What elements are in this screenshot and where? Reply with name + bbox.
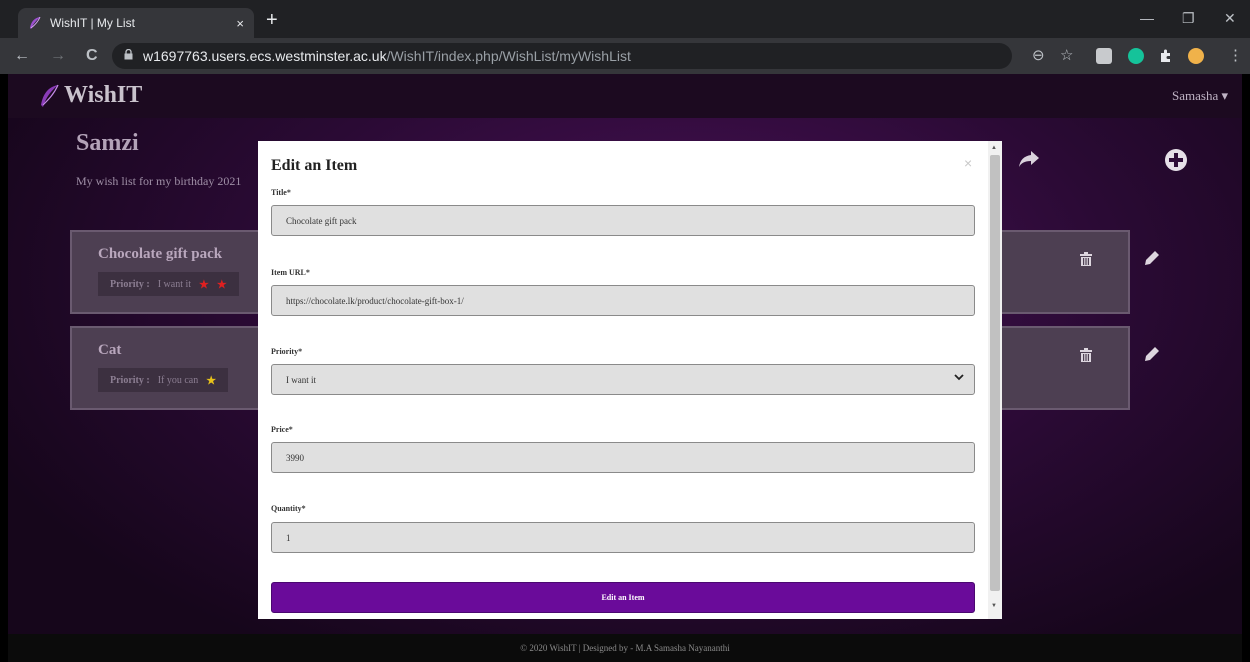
- star-icon: ★: [216, 278, 227, 291]
- minimize-icon[interactable]: —: [1140, 10, 1154, 26]
- zoom-icon[interactable]: ⊖: [1032, 46, 1045, 64]
- close-window-icon[interactable]: ✕: [1224, 10, 1236, 27]
- bookmark-star-icon[interactable]: ☆: [1060, 46, 1073, 64]
- trash-icon[interactable]: [1080, 252, 1092, 266]
- modal-close-icon[interactable]: ×: [964, 155, 972, 171]
- star-icon: ★: [206, 374, 217, 387]
- quantity-field-label: Quantity*: [271, 504, 306, 513]
- reader-extension-icon[interactable]: [1096, 48, 1112, 64]
- wishlist-description: My wish list for my birthday 2021: [76, 174, 242, 188]
- brand[interactable]: WishIT: [38, 82, 142, 109]
- url-field[interactable]: https://chocolate.lk/product/chocolate-g…: [271, 285, 975, 316]
- feather-logo-icon: [41, 84, 59, 107]
- scroll-up-icon[interactable]: ▲: [991, 145, 997, 151]
- priority-value: I want it: [157, 278, 192, 290]
- site-footer: © 2020 WishIT | Designed by - M.A Samash…: [8, 634, 1242, 662]
- price-field[interactable]: 3990: [271, 442, 975, 473]
- profile-avatar-icon[interactable]: [1188, 48, 1204, 64]
- trash-icon[interactable]: [1080, 348, 1092, 362]
- priority-select[interactable]: I want it: [271, 364, 975, 395]
- browser-tab-bar: WishIT | My List × + — ❐ ✕: [0, 0, 1250, 38]
- modal-body: Edit an Item × Title* Chocolate gift pac…: [258, 141, 988, 619]
- tab-close-icon[interactable]: ×: [236, 16, 244, 31]
- feather-icon: [30, 16, 41, 29]
- modal-title: Edit an Item: [271, 157, 358, 174]
- maximize-icon[interactable]: ❐: [1182, 10, 1195, 27]
- puzzle-extensions-icon[interactable]: [1158, 48, 1174, 64]
- site-navbar: WishIT Samasha ▾: [8, 74, 1242, 118]
- browser-tab[interactable]: WishIT | My List ×: [18, 8, 254, 38]
- forward-icon[interactable]: →: [50, 47, 66, 65]
- edit-item-submit-button[interactable]: Edit an Item: [271, 582, 975, 613]
- brand-name: WishIT: [64, 82, 143, 108]
- edit-item-modal: Edit an Item × Title* Chocolate gift pac…: [258, 141, 1002, 619]
- chevron-down-icon: [954, 374, 964, 381]
- browser-menu-icon[interactable]: ⋮: [1228, 46, 1243, 64]
- scroll-down-icon[interactable]: ▼: [991, 603, 997, 609]
- priority-label: Priority :: [110, 278, 150, 290]
- url-field-label: Item URL*: [271, 268, 310, 277]
- pencil-edit-icon[interactable]: [1144, 346, 1160, 362]
- share-icon[interactable]: [1018, 150, 1040, 168]
- new-tab-button[interactable]: +: [266, 9, 278, 32]
- priority-label: Priority :: [110, 374, 150, 386]
- browser-toolbar: ← → C w1697763.users.ecs.westminster.ac.…: [0, 38, 1250, 74]
- url-host: w1697763.users.ecs.westminster.ac.uk: [143, 48, 387, 64]
- scroll-thumb[interactable]: [990, 155, 1000, 591]
- address-bar[interactable]: w1697763.users.ecs.westminster.ac.uk/Wis…: [112, 43, 1012, 69]
- item-title: Cat: [98, 342, 122, 358]
- reload-icon[interactable]: C: [86, 47, 98, 65]
- add-item-icon[interactable]: [1164, 148, 1188, 172]
- item-priority-badge: Priority : I want it ★ ★: [98, 272, 239, 296]
- star-icon: ★: [199, 278, 209, 291]
- price-field-label: Price*: [271, 425, 293, 434]
- priority-field-label: Priority*: [271, 347, 303, 356]
- priority-select-value: I want it: [286, 374, 316, 385]
- modal-scrollbar[interactable]: ▲ ▼: [988, 141, 1002, 619]
- title-field[interactable]: Chocolate gift pack: [271, 205, 975, 236]
- item-priority-badge: Priority : If you can ★: [98, 368, 229, 392]
- wishlist-title: Samzi: [76, 130, 139, 156]
- tab-title: WishIT | My List: [50, 16, 135, 30]
- pencil-edit-icon[interactable]: [1144, 250, 1160, 266]
- priority-value: If you can: [157, 374, 199, 386]
- grammarly-extension-icon[interactable]: [1128, 48, 1144, 64]
- url-path: /WishIT/index.php/WishList/myWishList: [386, 48, 631, 64]
- quantity-field[interactable]: 1: [271, 522, 975, 553]
- item-title: Chocolate gift pack: [98, 246, 223, 262]
- back-icon[interactable]: ←: [14, 47, 30, 65]
- user-menu-dropdown[interactable]: Samasha ▾: [1172, 88, 1228, 104]
- lock-icon: [124, 48, 133, 63]
- title-field-label: Title*: [271, 188, 291, 197]
